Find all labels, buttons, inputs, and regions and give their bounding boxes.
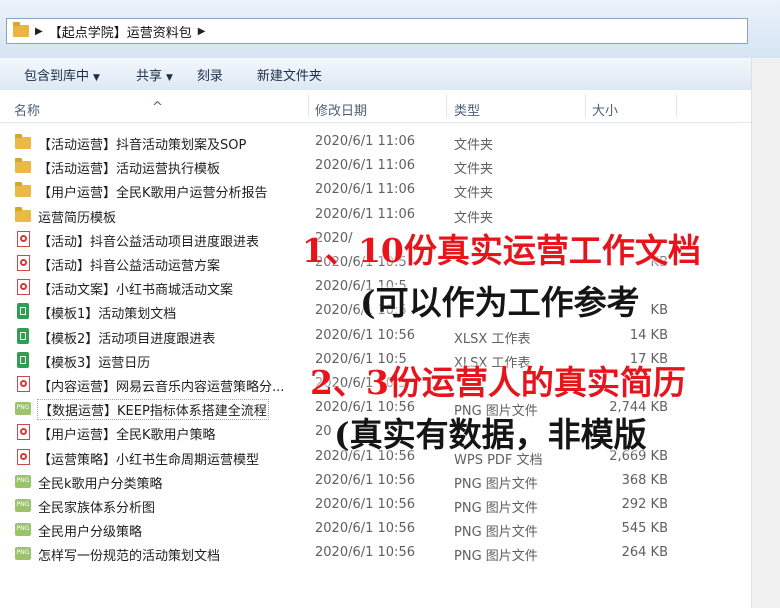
png-file-icon (15, 402, 31, 416)
png-file-icon (15, 523, 31, 537)
column-size[interactable]: 大小 (592, 100, 618, 119)
file-date: 2020/6/1 11:06 (315, 134, 415, 149)
file-type: PNG 图片文件 (454, 549, 538, 565)
pdf-file-icon (17, 255, 30, 271)
folder-icon (15, 158, 31, 174)
file-type: 文件夹 (454, 138, 494, 153)
folder-icon (13, 22, 29, 37)
address-bar-area: ▶ 【起点学院】运营资料包 ▶ (0, 0, 780, 58)
file-size: 545 KB (621, 521, 668, 537)
column-divider[interactable] (676, 94, 677, 118)
column-type[interactable]: 类型 (454, 100, 480, 119)
file-name: 【用户运营】全民K歌用户策略 (38, 428, 216, 444)
overlay-line-1: 1、10份真实运营工作文档 (302, 231, 701, 270)
file-type: XLSX 工作表 (454, 331, 531, 347)
file-row[interactable]: 【模板2】活动项目进度跟进表 2020/6/1 10:56 XLSX 工作表 14 K… (0, 324, 780, 348)
file-size: 264 KB (621, 545, 668, 561)
file-name: 【模板3】运营日历 (38, 355, 151, 371)
folder-icon (15, 134, 31, 149)
file-type: PNG 图片文件 (454, 501, 538, 516)
png-file-icon (15, 499, 31, 512)
file-row[interactable]: 全民家族体系分析图 2020/6/1 10:56 PNG 图片文件 292 KB (0, 493, 780, 517)
file-name: 【活动】抖音公益活动项目进度跟进表 (38, 234, 260, 250)
file-type: PNG 图片文件 (454, 476, 538, 492)
file-name: 全民k歌用户分类策略 (38, 476, 163, 492)
sort-ascending-icon: ^ (152, 100, 163, 115)
include-in-library-label: 包含到库中 (24, 68, 90, 84)
file-row[interactable]: 怎样写一份规范的活动策划文档 2020/6/1 10:56 PNG 图片文件 264 … (0, 541, 780, 565)
png-file-icon (15, 474, 31, 488)
file-date: 2020/6/1 10:56 (315, 327, 415, 343)
caret-down-icon: ▼ (93, 72, 100, 83)
file-name: 运营简历模板 (38, 210, 117, 226)
overlay-line-3: 2、3份运营人的真实简历 (310, 363, 686, 402)
include-in-library-button[interactable]: 包含到库中 ▼ (24, 65, 100, 84)
column-divider[interactable] (446, 94, 447, 118)
file-name: 【活动运营】活动运营执行模板 (38, 162, 221, 178)
xlsx-file-icon (17, 351, 29, 368)
file-name: 【数据运营】KEEP指标体系搭建全流程 (37, 399, 269, 421)
column-date[interactable]: 修改日期 (315, 100, 367, 119)
file-name: 【运营策略】小红书生命周期运营模型 (38, 452, 260, 468)
file-date: 20 (315, 424, 332, 440)
folder-icon (15, 206, 31, 222)
file-name: 【模板2】活动项目进度跟进表 (38, 331, 216, 347)
png-file-icon (15, 547, 31, 561)
column-divider[interactable] (308, 94, 309, 118)
column-header: ^ 名称 修改日期 类型 大小 (0, 90, 780, 123)
pdf-file-icon (17, 230, 30, 247)
file-row[interactable]: 全民k歌用户分类策略 2020/6/1 10:56 PNG 图片文件 368 KB (0, 469, 780, 493)
xlsx-file-icon (17, 303, 29, 320)
file-name: 【活动运营】抖音活动策划案及SOP (38, 138, 247, 153)
file-name: 【活动文案】小红书商城活动文案 (38, 283, 234, 299)
file-date: 2020/6/1 11:06 (315, 182, 415, 198)
caret-down-icon: ▼ (165, 72, 173, 83)
file-name: 【用户运营】全民K歌用户运营分析报告 (38, 186, 268, 202)
file-name: 怎样写一份规范的活动策划文档 (38, 549, 221, 565)
file-date: 2020/6/1 10:56 (315, 497, 415, 512)
file-name: 【模板1】活动策划文档 (38, 307, 177, 323)
file-type: 文件夹 (454, 162, 494, 178)
file-type: PNG 图片文件 (454, 525, 538, 541)
chevron-right-icon[interactable]: ▶ (35, 26, 43, 37)
file-name: 【活动】抖音公益活动运营方案 (38, 259, 221, 274)
pdf-file-icon (17, 448, 30, 465)
share-button[interactable]: 共享 ▼ (136, 65, 173, 84)
file-row[interactable]: 运营简历模板 2020/6/1 11:06 文件夹 (0, 203, 780, 227)
xlsx-file-icon (17, 327, 29, 344)
file-date: 2020/6/1 11:06 (315, 158, 415, 174)
folder-icon (15, 182, 31, 198)
file-size: 292 KB (621, 497, 668, 512)
file-row[interactable]: 全民用户分级策略 2020/6/1 10:56 PNG 图片文件 545 KB (0, 517, 780, 541)
file-type: 文件夹 (454, 186, 494, 202)
breadcrumb[interactable]: 【起点学院】运营资料包 (49, 22, 192, 41)
column-name[interactable]: 名称 (14, 100, 40, 119)
new-folder-button[interactable]: 新建文件夹 (257, 65, 322, 84)
command-bar: 包含到库中 ▼ 共享 ▼ 刻录 新建文件夹 (0, 58, 780, 91)
file-row[interactable]: 【用户运营】全民K歌用户运营分析报告 2020/6/1 11:06 文件夹 (0, 178, 780, 202)
file-date: 2020/6/1 10:56 (315, 545, 415, 561)
file-size: 368 KB (621, 472, 668, 488)
file-size: 14 KB (629, 327, 668, 343)
chevron-right-icon[interactable]: ▶ (198, 26, 206, 37)
file-date: 2020/6/1 10:56 (315, 472, 415, 488)
overlay-line-4: (真实有数据，非模版 (334, 415, 647, 454)
file-name: 【内容运营】网易云音乐内容运营策略分... (38, 380, 285, 395)
pdf-file-icon (17, 424, 30, 441)
pdf-file-icon (17, 376, 30, 392)
file-row[interactable]: 【活动运营】抖音活动策划案及SOP 2020/6/1 11:06 文件夹 (0, 130, 780, 154)
address-bar[interactable]: ▶ 【起点学院】运营资料包 ▶ (6, 18, 748, 44)
burn-button[interactable]: 刻录 (197, 65, 223, 84)
file-date: 2020/6/1 11:06 (315, 206, 415, 222)
file-row[interactable]: 【活动运营】活动运营执行模板 2020/6/1 11:06 文件夹 (0, 154, 780, 178)
pdf-file-icon (17, 279, 30, 296)
file-type: 文件夹 (454, 210, 494, 226)
file-date: 2020/6/1 10:56 (315, 521, 415, 537)
share-label: 共享 (135, 68, 162, 84)
file-name: 全民家族体系分析图 (38, 501, 156, 516)
file-name: 全民用户分级策略 (38, 525, 143, 541)
column-divider[interactable] (585, 94, 586, 118)
overlay-line-2: (可以作为工作参考 (360, 283, 640, 322)
